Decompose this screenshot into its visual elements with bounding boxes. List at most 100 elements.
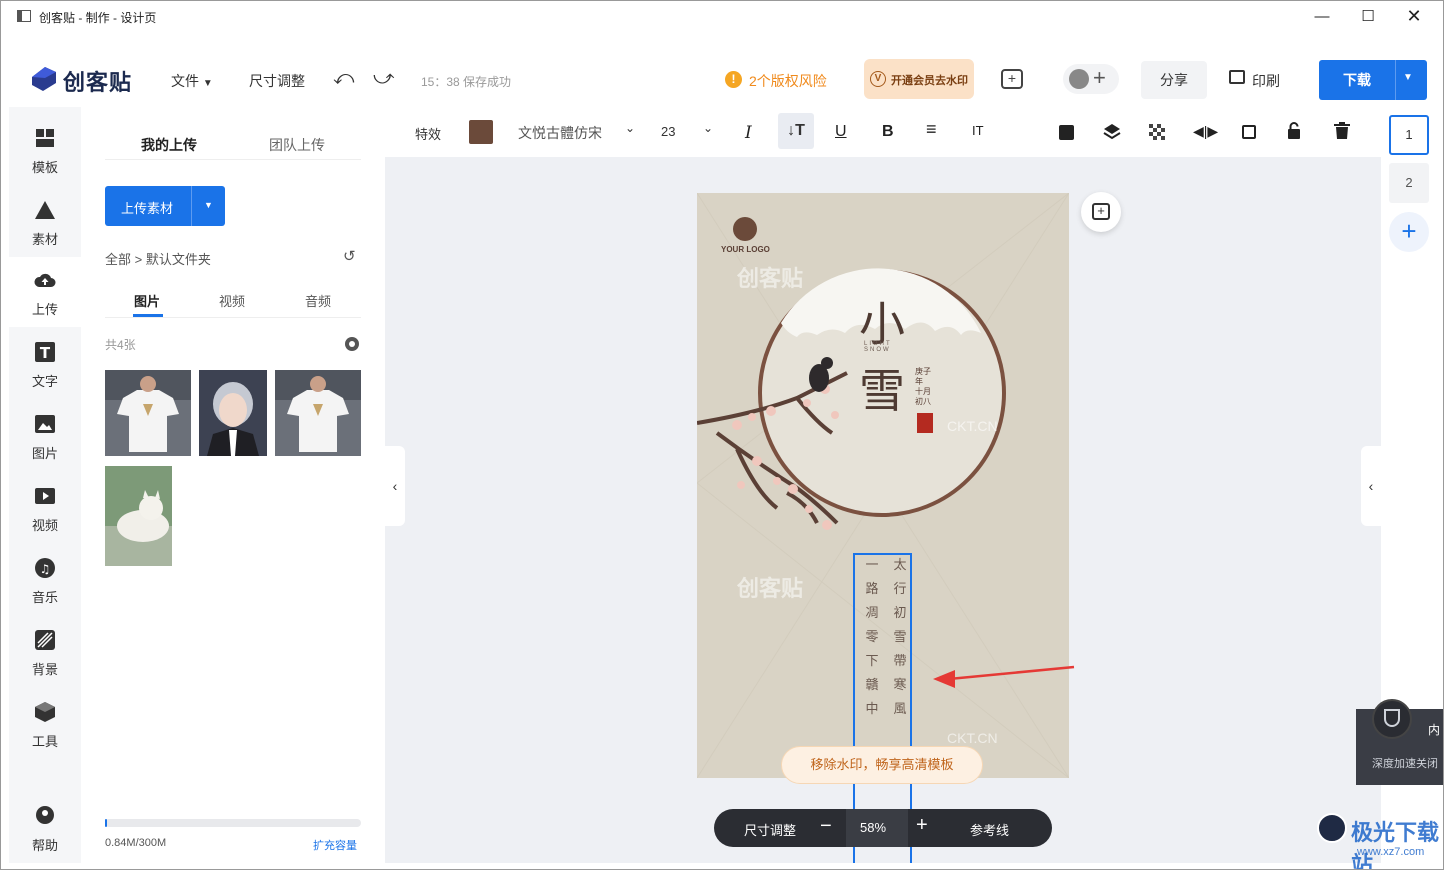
zoom-value[interactable]: 58% <box>860 820 886 835</box>
file-menu[interactable]: 文件 ▼ <box>171 71 213 91</box>
print-button[interactable]: 印刷 <box>1252 71 1280 91</box>
music-icon: ♫ <box>35 558 55 578</box>
bold-icon[interactable]: B <box>882 123 894 141</box>
expand-storage-link[interactable]: 扩充容量 <box>313 837 357 853</box>
collaborators[interactable]: + <box>1063 64 1119 94</box>
rail-item-template[interactable]: 模板 <box>9 115 81 185</box>
remove-watermark-button[interactable]: 移除水印，畅享高清模板 <box>781 746 983 784</box>
avatar <box>1069 69 1089 89</box>
vip-button[interactable]: V 开通会员去水印 <box>864 59 974 99</box>
copyright-risk-link[interactable]: 2个版权风险 <box>749 71 827 91</box>
rail-item-text[interactable]: T 文字 <box>9 329 81 399</box>
align-icon[interactable]: ≡ <box>926 119 937 140</box>
text-icon: T <box>35 342 55 362</box>
zoom-out-icon[interactable]: − <box>820 815 832 838</box>
resize-button[interactable]: 尺寸调整 <box>744 820 796 839</box>
svg-text:T: T <box>40 344 51 362</box>
storage-progress <box>105 819 361 827</box>
collapse-left-icon[interactable]: ‹ <box>385 446 405 526</box>
add-layer-icon[interactable] <box>1059 125 1074 140</box>
transparency-icon[interactable] <box>1149 124 1165 140</box>
poster-title-2: 雪 <box>859 364 905 418</box>
flip-icon[interactable]: ◀|▶ <box>1193 123 1218 140</box>
chevron-down-icon[interactable]: ⌄ <box>625 121 635 135</box>
brand-name[interactable]: 创客贴 <box>63 65 132 97</box>
zoom-bar: 尺寸调整 − 58% + 参考线 <box>714 809 1052 847</box>
tools-icon <box>35 702 55 722</box>
logo-badge-icon <box>733 217 757 241</box>
page-thumb-1[interactable]: 1 <box>1389 115 1429 155</box>
chevron-down-icon[interactable]: ⌄ <box>703 121 713 135</box>
add-page-icon[interactable]: + <box>1389 212 1429 252</box>
rail-label: 文字 <box>31 374 58 389</box>
rail-item-help[interactable]: 帮助 <box>9 793 81 863</box>
rail-item-upload[interactable]: 上传 <box>9 257 81 327</box>
redo-icon[interactable]: ⤻ <box>373 67 394 90</box>
font-size-select[interactable]: 23 <box>661 124 675 139</box>
tab-videos[interactable]: 视频 <box>219 291 245 310</box>
minimize-button[interactable]: — <box>1299 1 1345 31</box>
tab-indicator <box>133 314 163 317</box>
download-label: 下载 <box>1343 72 1371 88</box>
site-logo-icon <box>1317 813 1347 843</box>
window-title: 创客贴 - 制作 - 设计页 <box>39 11 157 25</box>
rail-item-background[interactable]: 背景 <box>9 617 81 687</box>
breadcrumb[interactable]: 全部 > 默认文件夹 <box>105 249 211 268</box>
chevron-down-icon[interactable]: ▼ <box>1403 72 1413 83</box>
page-thumb-2[interactable]: 2 <box>1389 163 1429 203</box>
print-icon <box>1229 70 1245 84</box>
italic-icon[interactable]: I <box>745 123 752 143</box>
popup-text: 深度加速关闭 <box>1372 758 1438 770</box>
guides-button[interactable]: 参考线 <box>970 820 1009 839</box>
rail-label: 素材 <box>31 232 58 247</box>
rail-item-material[interactable]: 素材 <box>9 187 81 257</box>
delete-icon[interactable] <box>1334 122 1350 140</box>
effects-button[interactable]: 特效 <box>415 124 441 143</box>
vertical-text-icon[interactable]: ↓T <box>778 113 814 149</box>
material-icon <box>35 201 55 219</box>
undo-icon[interactable]: ⤺ <box>333 67 354 90</box>
close-button[interactable]: ✕ <box>1391 1 1437 31</box>
brand-logo-icon <box>32 67 56 91</box>
rail-item-tools[interactable]: 工具 <box>9 689 81 759</box>
shadow-icon[interactable] <box>1242 125 1256 139</box>
thumbnail-tshirt-2[interactable] <box>275 370 361 456</box>
spacing-icon[interactable]: IT <box>972 123 984 138</box>
lock-icon[interactable] <box>1287 122 1301 140</box>
rail-item-video[interactable]: 视频 <box>9 473 81 543</box>
divider <box>105 159 361 160</box>
canvas-comment-button[interactable]: + <box>1081 192 1121 232</box>
resize-menu[interactable]: 尺寸调整 <box>249 71 305 91</box>
thumbnail-portrait[interactable] <box>199 370 267 456</box>
comment-add-icon[interactable]: + <box>1001 69 1023 89</box>
layers-icon[interactable] <box>1103 123 1121 141</box>
tab-images[interactable]: 图片 <box>134 291 160 310</box>
poster-logo-text: YOUR LOGO <box>721 245 770 254</box>
rail-item-music[interactable]: ♫ 音乐 <box>9 545 81 615</box>
system-popup[interactable]: 内 深度加速关闭 <box>1356 699 1443 785</box>
thumbnail-cat[interactable] <box>105 466 172 566</box>
poster-watermark: 创客贴 <box>737 266 804 291</box>
share-button[interactable]: 分享 <box>1141 61 1207 99</box>
add-collaborator-icon[interactable]: + <box>1093 65 1106 91</box>
tab-my-uploads[interactable]: 我的上传 <box>141 135 197 155</box>
template-icon <box>36 129 54 147</box>
underline-icon[interactable]: U <box>835 123 847 141</box>
maximize-button[interactable]: ☐ <box>1345 1 1391 31</box>
font-family-select[interactable]: 文悦古體仿宋 <box>518 123 602 143</box>
app-icon <box>17 10 31 22</box>
thumbnail-tshirt-1[interactable] <box>105 370 191 456</box>
download-button[interactable]: 下载 ▼ <box>1319 60 1427 100</box>
rail-item-image[interactable]: 图片 <box>9 401 81 471</box>
collapse-right-icon[interactable]: ‹ <box>1361 446 1381 526</box>
tab-audio[interactable]: 音频 <box>305 291 331 310</box>
zoom-in-icon[interactable]: + <box>916 814 928 837</box>
tab-team-uploads[interactable]: 团队上传 <box>269 135 325 155</box>
chevron-down-icon[interactable]: ▼ <box>204 200 213 210</box>
rail-label: 背景 <box>31 662 58 677</box>
text-color-swatch[interactable] <box>469 120 493 144</box>
settings-icon[interactable] <box>345 337 359 351</box>
upload-material-button[interactable]: 上传素材 ▼ <box>105 186 225 226</box>
rail-label: 模板 <box>31 160 58 175</box>
refresh-icon[interactable]: ↺ <box>343 247 356 265</box>
